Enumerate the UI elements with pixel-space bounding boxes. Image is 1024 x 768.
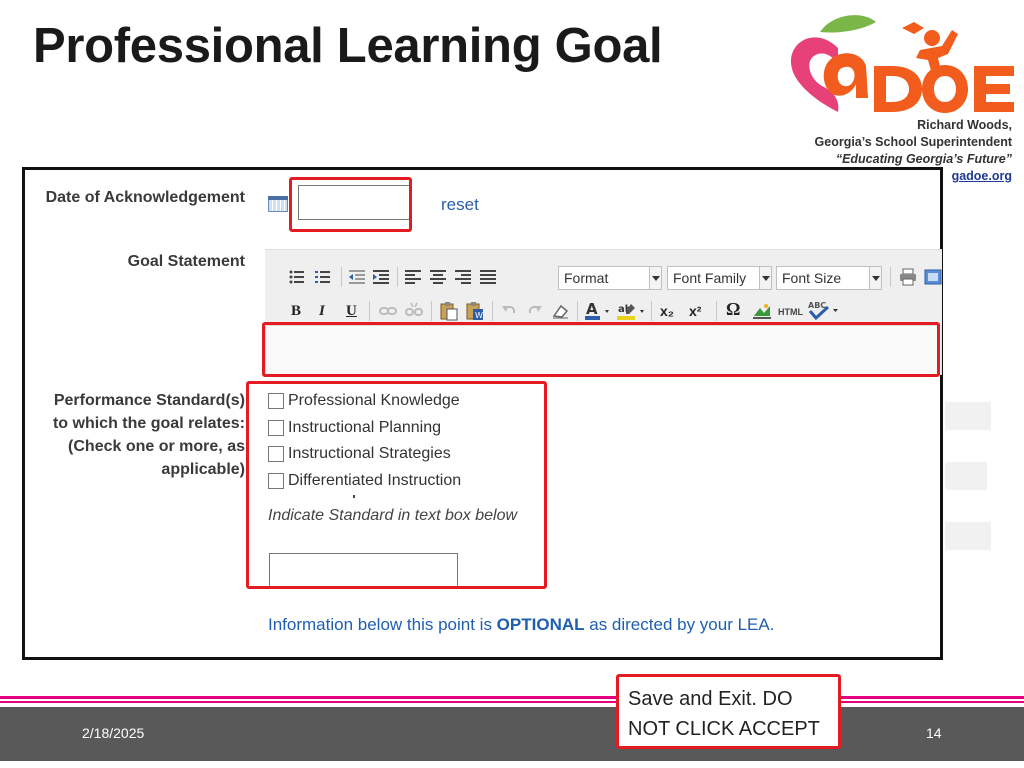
goal-label: Goal Statement xyxy=(127,253,245,270)
underline-button[interactable]: U xyxy=(346,300,357,322)
slide-title: Professional Learning Goal xyxy=(33,19,663,73)
unlink-icon[interactable] xyxy=(405,302,423,320)
html-source-button[interactable]: HTML xyxy=(778,301,803,323)
svg-text:ABC: ABC xyxy=(808,301,826,310)
footer-accent-line-thin xyxy=(0,701,1024,703)
numbered-list-icon[interactable] xyxy=(315,269,331,285)
bold-button[interactable]: B xyxy=(291,300,301,322)
font-size-dropdown-label: Font Size xyxy=(782,270,842,286)
background-field-3 xyxy=(945,522,991,550)
chevron-down-icon xyxy=(869,267,881,289)
save-exit-callout: Save and Exit. DO NOT CLICK ACCEPT xyxy=(616,674,841,749)
svg-text:W: W xyxy=(475,311,483,320)
footer-bar xyxy=(0,707,1024,761)
highlight-date-input xyxy=(289,177,412,232)
redo-icon[interactable] xyxy=(527,303,543,319)
align-right-icon[interactable] xyxy=(455,269,471,285)
undo-icon[interactable] xyxy=(501,303,517,319)
highlight-color-icon[interactable]: ab xyxy=(617,301,647,321)
apple-leaf-icon xyxy=(820,15,876,33)
page-number: 14 xyxy=(926,725,942,741)
clear-format-icon[interactable] xyxy=(552,303,570,319)
footer-date: 2/18/2025 xyxy=(82,725,145,741)
font-family-dropdown-label: Font Family xyxy=(673,270,747,286)
highlight-standards xyxy=(246,381,547,589)
font-size-dropdown[interactable]: Font Size xyxy=(776,266,882,290)
print-icon[interactable] xyxy=(899,268,917,286)
indent-icon[interactable] xyxy=(373,269,389,285)
superintendent-name: Richard Woods, xyxy=(917,118,1012,132)
align-center-icon[interactable] xyxy=(430,269,446,285)
spellcheck-icon[interactable]: ABC xyxy=(808,299,840,321)
font-color-icon[interactable]: A xyxy=(585,301,613,321)
font-family-dropdown[interactable]: Font Family xyxy=(667,266,772,290)
standards-label: Performance Standard(s) to which the goa… xyxy=(52,392,245,478)
align-justify-icon[interactable] xyxy=(480,269,496,285)
editor-toolbar: Format Font Family Font Size B I U W A a… xyxy=(265,249,942,325)
date-label: Date of Acknowledgement xyxy=(45,189,245,206)
fullscreen-icon[interactable] xyxy=(924,268,942,286)
link-icon[interactable] xyxy=(379,303,397,319)
chevron-down-icon xyxy=(649,267,661,289)
background-field-1 xyxy=(945,402,991,430)
optional-info-note: Information below this point is OPTIONAL… xyxy=(268,615,775,634)
svg-text:A: A xyxy=(586,301,598,318)
format-dropdown-label: Format xyxy=(564,270,609,286)
superintendent-title: Georgia’s School Superintendent xyxy=(814,135,1012,149)
background-field-2 xyxy=(945,462,987,490)
gadoe-logo xyxy=(790,15,1014,113)
special-char-button[interactable]: Ω xyxy=(726,298,740,320)
reset-link[interactable]: reset xyxy=(441,195,479,215)
outdent-icon[interactable] xyxy=(349,269,365,285)
subscript-button[interactable]: x₂ xyxy=(660,300,674,322)
paste-icon[interactable] xyxy=(439,301,459,321)
italic-button[interactable]: I xyxy=(319,300,325,322)
motto: “Educating Georgia’s Future” xyxy=(835,152,1012,166)
paste-word-icon[interactable]: W xyxy=(465,301,485,321)
chevron-down-icon xyxy=(759,267,771,289)
format-dropdown[interactable]: Format xyxy=(558,266,662,290)
footer-accent-line xyxy=(0,696,1024,699)
align-left-icon[interactable] xyxy=(405,269,421,285)
bullet-list-icon[interactable] xyxy=(289,269,305,285)
highlight-goal-editor xyxy=(262,322,940,377)
image-icon[interactable] xyxy=(752,302,772,320)
superscript-button[interactable]: x² xyxy=(689,300,701,322)
calendar-icon[interactable] xyxy=(268,196,288,212)
